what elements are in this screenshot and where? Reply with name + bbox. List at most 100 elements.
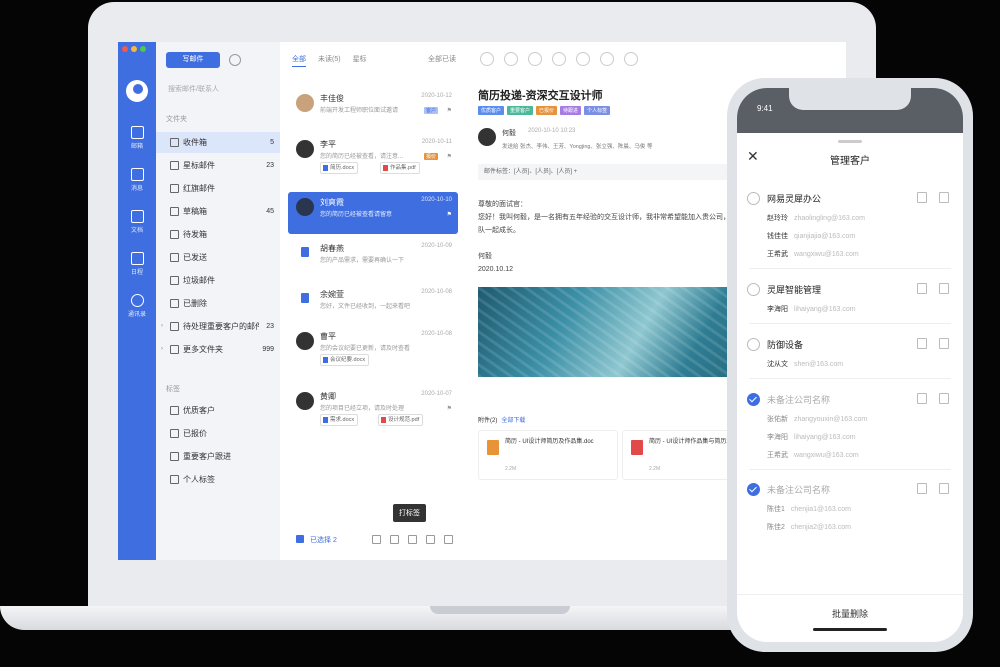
list-item[interactable]: 黄卿 2020-10-07 您的项目已经立项，请及时处理 ⚑ 需求.docx 设… xyxy=(288,386,458,428)
folder-inbox[interactable]: 收件箱 5 xyxy=(156,132,280,153)
nav-item-docs[interactable]: 文档 xyxy=(118,210,156,234)
tag-icon[interactable] xyxy=(576,52,590,66)
edit-icon[interactable] xyxy=(917,283,927,294)
nav-item-calendar[interactable]: 日程 xyxy=(118,252,156,276)
flag-icon[interactable]: ⚑ xyxy=(447,211,452,218)
home-indicator[interactable] xyxy=(813,628,887,631)
chevron-right-icon[interactable]: › xyxy=(161,316,163,337)
tag-icon xyxy=(170,429,179,438)
mail-tag[interactable]: 重要客户 xyxy=(507,106,534,115)
attachment-chip[interactable]: 简历.docx xyxy=(320,162,359,174)
nav-item-contacts[interactable]: 通讯录 xyxy=(118,294,156,318)
nav-item-message[interactable]: 消息 xyxy=(118,168,156,192)
list-item[interactable]: 余婉萱 2020-10-08 您好，文件已经收到，一起来看吧 xyxy=(288,284,458,326)
tag-item[interactable]: 优质客户 xyxy=(156,400,280,421)
minimize-dot[interactable] xyxy=(131,46,137,52)
radio-button[interactable] xyxy=(747,192,760,205)
contact-row[interactable]: 王希武 wangxiwu@163.com xyxy=(767,249,859,259)
list-item[interactable]: 曹平 2020-10-08 您的会议纪要已更新，请及时查看 会议纪要.docx xyxy=(288,326,458,368)
search-field[interactable]: 搜索邮件/联系人 xyxy=(168,84,219,94)
folder-spam[interactable]: 垃圾邮件 xyxy=(156,270,280,291)
mail-tag[interactable]: 个人标签 xyxy=(584,106,611,115)
contact-row[interactable]: 李海阳 lihaiyang@163.com xyxy=(767,304,856,314)
contact-row[interactable]: 赵玲玲 zhaolingling@163.com xyxy=(767,213,865,223)
contact-row[interactable]: 钱佳佳 qianjiajia@163.com xyxy=(767,231,855,241)
radio-button-checked[interactable] xyxy=(747,393,760,406)
compose-button[interactable]: 写邮件 xyxy=(166,52,220,68)
trash-icon[interactable] xyxy=(939,338,949,349)
tab-all[interactable]: 全部 xyxy=(292,54,306,67)
folder-trash[interactable]: 已删除 xyxy=(156,293,280,314)
trash-icon[interactable] xyxy=(444,535,453,544)
trash-icon[interactable] xyxy=(939,192,949,203)
radio-button[interactable] xyxy=(747,283,760,296)
nav-item-mail[interactable]: 邮箱 xyxy=(118,126,156,150)
contact-row[interactable]: 沈从文 shen@163.com xyxy=(767,359,843,369)
contact-row[interactable]: 王希武 wangxiwu@163.com xyxy=(767,450,859,460)
sheet-handle[interactable] xyxy=(838,140,862,143)
contact-row[interactable]: 张佑新 zhangyouxin@163.com xyxy=(767,414,867,424)
move-icon[interactable] xyxy=(372,535,381,544)
flag-icon[interactable]: ⚑ xyxy=(447,153,452,160)
mail-tag[interactable]: 优质客户 xyxy=(478,106,505,115)
mark-all-read-link[interactable]: 全部已读 xyxy=(428,54,456,64)
tab-unread[interactable]: 未读(5) xyxy=(318,54,341,67)
tag-item[interactable]: 已报价 xyxy=(156,423,280,444)
reply-all-icon[interactable] xyxy=(504,52,518,66)
tag-item[interactable]: 重要客户跟进 xyxy=(156,446,280,467)
chevron-right-icon[interactable]: › xyxy=(161,339,163,360)
bulk-delete-button[interactable]: 批量删除 xyxy=(737,594,963,620)
tags-section-title: 标签 xyxy=(166,386,180,393)
folder-starred[interactable]: 星标邮件 23 xyxy=(156,155,280,176)
sender-name[interactable]: 何毅 xyxy=(502,128,516,138)
folder-outbox[interactable]: 待发箱 xyxy=(156,224,280,245)
tag-item[interactable]: 个人标签 xyxy=(156,469,280,490)
flag-icon[interactable]: ⚑ xyxy=(447,107,452,114)
select-all-checkbox[interactable] xyxy=(296,535,304,543)
folder-important-clients[interactable]: › 待处理重要客户的邮件 23 xyxy=(156,316,280,337)
close-dot[interactable] xyxy=(122,46,128,52)
maximize-dot[interactable] xyxy=(140,46,146,52)
mail-tag[interactable]: 已报价 xyxy=(536,106,558,115)
folder-more[interactable]: › 更多文件夹 999 xyxy=(156,339,280,360)
forward-icon[interactable] xyxy=(528,52,542,66)
tab-starred[interactable]: 星标 xyxy=(353,54,367,67)
tag-icon[interactable] xyxy=(408,535,417,544)
edit-icon[interactable] xyxy=(917,483,927,494)
attachment-chip[interactable]: 作品集.pdf xyxy=(380,162,420,174)
folder-drafts[interactable]: 草稿箱 45 xyxy=(156,201,280,222)
more-icon[interactable] xyxy=(624,52,638,66)
attachment-chip[interactable]: 需求.docx xyxy=(320,414,359,426)
attachment-chip[interactable]: 会议纪要.docx xyxy=(320,354,370,366)
trash-icon[interactable] xyxy=(939,283,949,294)
flag-icon[interactable] xyxy=(552,52,566,66)
contact-row[interactable]: 陈佳2 chenjia2@163.com xyxy=(767,522,851,532)
trash-icon[interactable] xyxy=(600,52,614,66)
list-item[interactable]: 胡春燕 2020-10-09 您的产品需求，需要再确认一下 xyxy=(288,238,458,280)
reply-icon[interactable] xyxy=(480,52,494,66)
refresh-icon[interactable] xyxy=(229,54,241,66)
list-item-selected[interactable]: 刘爽霞 2020-10-10 您的简历已经被查看请留意 ⚑ xyxy=(288,192,458,234)
edit-icon[interactable] xyxy=(917,338,927,349)
edit-icon[interactable] xyxy=(917,192,927,203)
list-item[interactable]: 丰佳俊 2020-10-12 前端开发工程师职位面试邀请 客户 ⚑ xyxy=(288,88,458,130)
mail-tag[interactable]: 待跟进 xyxy=(560,106,582,115)
contact-row[interactable]: 李海阳 lihaiyang@163.com xyxy=(767,432,856,442)
trash-icon[interactable] xyxy=(939,483,949,494)
edit-icon[interactable] xyxy=(917,393,927,404)
attachment-card[interactable]: 简历 - UI设计师简历及作品集.doc 2.2M xyxy=(478,430,618,480)
folder-sent[interactable]: 已发送 xyxy=(156,247,280,268)
list-item[interactable]: 李平 2020-10-11 您的简历已经被查看，请注意... 报价 ⚑ 简历.d… xyxy=(288,134,458,176)
folder-flagged[interactable]: 红旗邮件 xyxy=(156,178,280,199)
archive-icon[interactable] xyxy=(426,535,435,544)
contact-row[interactable]: 陈佳1 chenjia1@163.com xyxy=(767,504,851,514)
trash-icon[interactable] xyxy=(939,393,949,404)
download-all-link[interactable]: 全部下载 xyxy=(501,418,525,424)
radio-button[interactable] xyxy=(747,338,760,351)
mail-icon xyxy=(130,126,144,139)
radio-button-checked[interactable] xyxy=(747,483,760,496)
attachment-chip[interactable]: 设计规范.pdf xyxy=(378,414,424,426)
sender-avatar[interactable] xyxy=(478,128,496,146)
flag-icon[interactable]: ⚑ xyxy=(447,405,452,412)
flag-icon[interactable] xyxy=(390,535,399,544)
